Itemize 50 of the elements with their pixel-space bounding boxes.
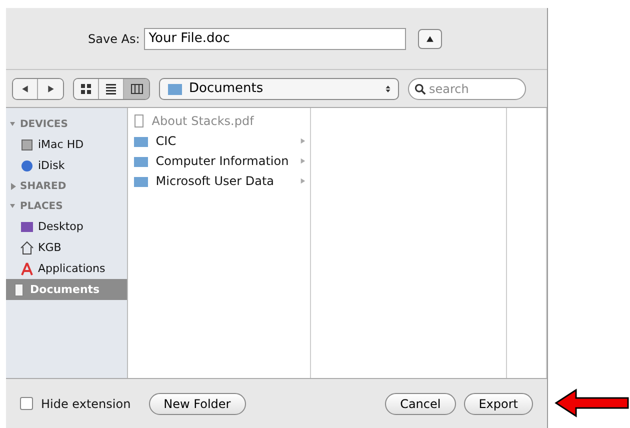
right-triangle-icon	[300, 138, 306, 144]
file-row[interactable]: Microsoft User Data	[128, 171, 310, 191]
sidebar-item[interactable]: Applications	[6, 258, 127, 279]
up-triangle-icon	[426, 34, 434, 42]
right-triangle-icon	[300, 178, 306, 184]
view-control[interactable]	[73, 78, 150, 100]
drive-icon	[20, 138, 34, 152]
hide-extension-checkbox[interactable]	[20, 397, 33, 410]
view-button[interactable]	[124, 78, 149, 98]
globe-icon	[20, 158, 34, 172]
location-popup[interactable]: Documents	[159, 78, 399, 100]
collapsed-triangle-icon	[10, 182, 17, 190]
desktop-icon	[20, 220, 34, 234]
collapse-button[interactable]	[418, 28, 442, 48]
save-as-label: Save As:	[88, 32, 140, 46]
column-view-icon	[130, 82, 144, 96]
folder-icon	[132, 174, 150, 188]
expanded-triangle-icon	[10, 120, 17, 128]
icon-view-icon	[79, 82, 93, 96]
view-button[interactable]	[74, 78, 99, 98]
expanded-triangle-icon	[10, 202, 17, 210]
right-triangle-icon	[300, 158, 306, 164]
new-folder-button[interactable]: New Folder	[148, 392, 246, 414]
back-button[interactable]	[13, 78, 38, 98]
sidebar-section-title[interactable]: DEVICES	[6, 114, 127, 134]
location-label: Documents	[189, 81, 264, 96]
sidebar-section-title[interactable]: SHARED	[6, 176, 127, 196]
right-triangle-icon	[46, 84, 54, 92]
sidebar-section-title[interactable]: PLACES	[6, 196, 127, 216]
back-forward-control[interactable]	[12, 78, 64, 100]
file-row[interactable]: Computer Information	[128, 151, 310, 171]
house-icon	[20, 240, 34, 254]
forward-button[interactable]	[38, 78, 63, 98]
dialog-button[interactable]: Cancel	[385, 392, 456, 414]
left-triangle-icon	[21, 84, 29, 92]
sidebar-item[interactable]: iDisk	[6, 155, 127, 176]
sidebar-item[interactable]: iMac HD	[6, 134, 127, 155]
folder-icon	[166, 82, 184, 96]
view-button[interactable]	[99, 78, 124, 98]
folder-icon	[132, 134, 150, 148]
dialog-button[interactable]: Export	[464, 392, 533, 414]
folder-icon	[132, 154, 150, 168]
file-row[interactable]: CIC	[128, 131, 310, 151]
sidebar-item[interactable]: Desktop	[6, 216, 127, 237]
sidebar-item[interactable]: KGB	[6, 237, 127, 258]
search-field[interactable]: search	[408, 78, 526, 100]
hide-extension-label: Hide extension	[41, 396, 131, 410]
file-name-field[interactable]: Your File.doc	[144, 28, 406, 50]
list-view-icon	[104, 82, 118, 96]
document-icon	[132, 114, 146, 128]
